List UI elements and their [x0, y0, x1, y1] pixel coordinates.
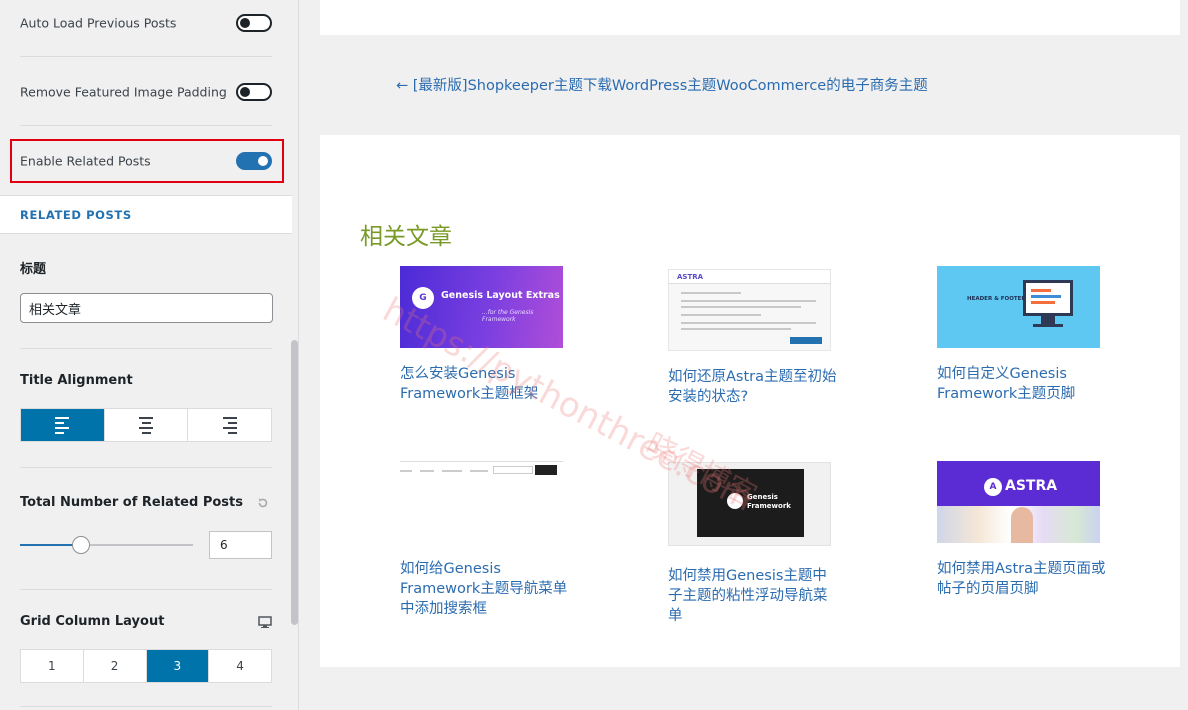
remove-featured-padding-toggle[interactable]	[236, 82, 272, 101]
post-thumbnail[interactable]: Genesis Framework	[668, 462, 831, 546]
toggle-knob	[240, 17, 250, 28]
title-alignment-group	[20, 408, 272, 442]
customizer-sidebar: Auto Load Previous Posts Remove Featured…	[0, 0, 299, 710]
divider	[20, 589, 272, 590]
thumbnail-text: HEADER & FOOTER	[967, 296, 1026, 302]
post-thumbnail[interactable]: G Genesis Layout Extras ...for the Genes…	[400, 266, 563, 348]
monitor-base	[1033, 324, 1063, 327]
desktop-icon[interactable]	[258, 616, 272, 628]
post-thumbnail[interactable]	[400, 461, 563, 543]
thumbnail-line	[681, 306, 801, 308]
thumbnail-line	[681, 322, 816, 324]
thumbnail-line	[681, 300, 816, 302]
grid-column-4-button[interactable]: 4	[209, 650, 271, 682]
astra-logo-icon: A	[984, 478, 1002, 496]
align-right-button[interactable]	[188, 409, 271, 441]
align-center-icon	[139, 416, 153, 434]
thumbnail-person	[1011, 507, 1033, 543]
reset-icon[interactable]	[257, 497, 269, 509]
thumbnail-subtext: ...for the Genesis Framework	[482, 309, 534, 323]
toggle-row-remove-featured-padding: Remove Featured Image Padding	[0, 57, 292, 126]
grid-column-group: 1 2 3 4	[20, 649, 272, 683]
related-post-card[interactable]: G Genesis Layout Extras ...for the Genes…	[400, 266, 570, 404]
divider	[20, 348, 272, 349]
align-left-button[interactable]	[21, 409, 105, 441]
align-left-icon	[55, 416, 70, 434]
grid-column-3-button[interactable]: 3	[146, 650, 210, 682]
thumbnail-line	[681, 328, 791, 330]
align-center-button[interactable]	[105, 409, 189, 441]
slider-handle[interactable]	[71, 536, 90, 554]
thumbnail-text: ASTRA	[677, 273, 704, 281]
total-related-slider[interactable]	[20, 536, 193, 554]
related-post-card[interactable]: Genesis Framework 如何禁用Genesis主题中子主题的粘性浮动…	[668, 462, 838, 626]
auto-load-previous-toggle[interactable]	[236, 13, 272, 32]
related-post-card[interactable]: 如何给Genesis Framework主题导航菜单中添加搜索框	[400, 461, 570, 619]
thumbnail-text: ASTRA	[1005, 478, 1058, 494]
thumbnail-nav-item	[442, 470, 462, 472]
related-post-title[interactable]: 如何禁用Genesis主题中子主题的粘性浮动导航菜单	[668, 566, 838, 626]
post-thumbnail[interactable]: ASTRA	[668, 269, 831, 351]
post-thumbnail[interactable]: HEADER & FOOTER	[937, 266, 1100, 348]
grid-layout-label: Grid Column Layout	[20, 614, 165, 629]
thumbnail-text: Genesis Framework	[747, 493, 791, 510]
toggle-label: Auto Load Previous Posts	[20, 15, 177, 30]
thumbnail-line	[681, 314, 761, 316]
toggle-label: Remove Featured Image Padding	[20, 84, 227, 99]
title-field-label: 标题	[20, 262, 47, 277]
related-post-card[interactable]: ASTRA 如何还原Astra主题至初始安装的状态?	[668, 269, 838, 407]
site-preview: ← [最新版]Shopkeeper主题下载WordPress主题WooComme…	[299, 0, 1188, 710]
related-title-input[interactable]	[20, 293, 273, 323]
section-heading: RELATED POSTS	[20, 207, 132, 222]
genesis-logo-icon	[727, 493, 743, 509]
title-alignment-label: Title Alignment	[20, 373, 133, 388]
align-right-icon	[222, 416, 237, 434]
related-post-title[interactable]: 如何禁用Astra主题页面或帖子的页眉页脚	[937, 559, 1107, 599]
grid-column-2-button[interactable]: 2	[84, 650, 147, 682]
post-content-card	[320, 0, 1180, 35]
divider	[20, 706, 272, 707]
related-post-card[interactable]: A ASTRA 如何禁用Astra主题页面或帖子的页眉页脚	[937, 461, 1107, 599]
highlight-box	[10, 139, 284, 183]
related-posts-card: 相关文章 G Genesis Layout Extras ...for the …	[320, 135, 1180, 667]
post-thumbnail[interactable]: A ASTRA	[937, 461, 1100, 543]
genesis-logo-icon: G	[412, 287, 434, 309]
total-related-label: Total Number of Related Posts	[20, 495, 243, 510]
thumbnail-button	[790, 337, 822, 344]
related-post-title[interactable]: 如何给Genesis Framework主题导航菜单中添加搜索框	[400, 559, 570, 619]
divider	[20, 467, 272, 468]
thumbnail-text: Genesis Layout Extras	[441, 290, 560, 301]
thumbnail-search-box	[493, 466, 533, 474]
related-post-title[interactable]: 如何自定义Genesis Framework主题页脚	[937, 364, 1107, 404]
thumbnail-search-button	[535, 465, 557, 475]
sidebar-scrollbar[interactable]	[291, 340, 298, 625]
related-post-title[interactable]: 如何还原Astra主题至初始安装的状态?	[668, 367, 838, 407]
total-related-number-input[interactable]	[209, 531, 272, 559]
related-posts-section-header[interactable]: RELATED POSTS	[0, 195, 292, 234]
thumbnail-nav-item	[420, 470, 434, 472]
thumbnail-line	[681, 292, 741, 294]
grid-column-1-button[interactable]: 1	[21, 650, 84, 682]
previous-post-link[interactable]: ← [最新版]Shopkeeper主题下载WordPress主题WooComme…	[396, 74, 928, 95]
toggle-row-auto-load-previous: Auto Load Previous Posts	[0, 0, 292, 57]
related-posts-heading: 相关文章	[360, 224, 452, 250]
thumbnail-nav-item	[400, 470, 412, 472]
related-post-card[interactable]: HEADER & FOOTER 如何自定义Genesis Framework主题…	[937, 266, 1107, 404]
related-post-title[interactable]: 怎么安装Genesis Framework主题框架	[400, 364, 570, 404]
thumbnail-nav-item	[470, 470, 488, 472]
toggle-knob	[240, 86, 250, 97]
monitor-icon	[1023, 280, 1073, 316]
